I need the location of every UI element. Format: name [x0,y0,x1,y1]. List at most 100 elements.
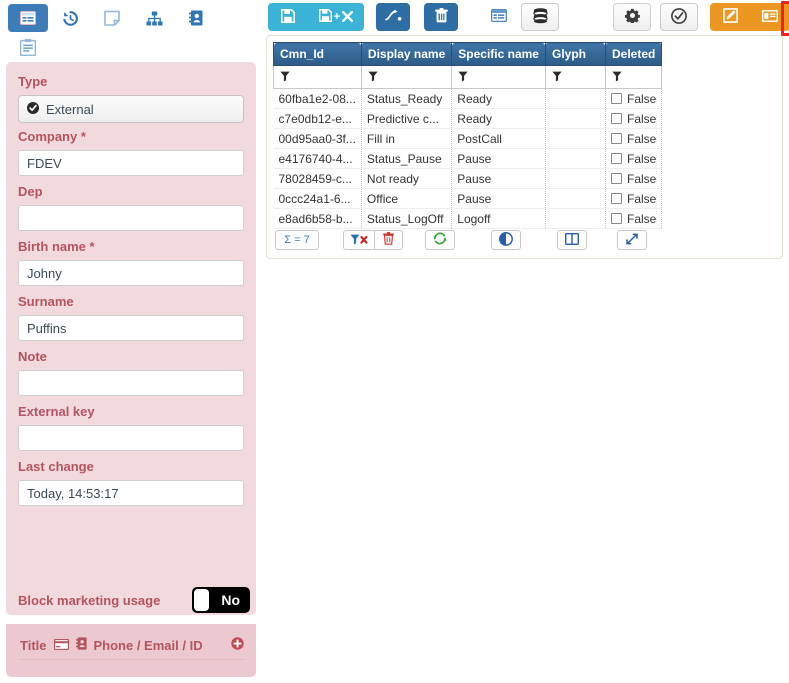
deleted-checkbox[interactable] [610,92,622,104]
expand-arrows-icon [625,232,639,249]
database-button[interactable] [521,3,559,31]
columns-button[interactable] [557,230,587,250]
sidebar-item-hierarchy[interactable] [134,4,174,32]
settings-button[interactable] [613,3,651,31]
block-marketing-toggle[interactable]: No [192,587,250,613]
filter-icon [458,70,468,85]
deleted-value: False [626,151,657,166]
external-key-input[interactable] [18,425,244,451]
cell-glyph [545,128,606,149]
filter-cell-display-name[interactable] [360,65,453,89]
field-external-key: External key [18,404,244,451]
cell-specific-name: Pause [451,188,546,209]
history-icon [62,10,79,27]
grid-body: 60fba1e2-08... Status_Ready Ready False … [273,88,663,229]
dep-input[interactable] [18,205,244,231]
surname-input[interactable]: Puffins [18,315,244,341]
cell-glyph [545,88,606,109]
filter-cell-cmn-id[interactable] [273,65,362,89]
table-row[interactable]: 78028459-c... Not ready Pause False [273,168,663,189]
deleted-checkbox[interactable] [610,152,622,164]
sidebar-item-form[interactable] [8,33,48,61]
field-label-external-key: External key [18,404,95,419]
trash-icon [383,232,394,248]
toggle-value: No [221,592,240,608]
field-type: Type External [18,74,244,123]
field-surname: Surname Puffins [18,294,244,341]
field-label-last-change: Last change [18,459,94,474]
field-last-change: Last change Today, 14:53:17 [18,459,244,506]
row-count-label: Σ = 7 [284,234,310,246]
cell-specific-name: Ready [451,108,546,129]
address-book-icon [189,10,203,26]
expand-button[interactable] [617,230,647,250]
save-button[interactable] [268,3,308,31]
filter-cell-glyph[interactable] [544,65,606,89]
grid-toggle-button[interactable] [482,3,516,31]
sidebar-item-note[interactable] [92,4,132,32]
deleted-checkbox[interactable] [610,112,622,124]
field-company: Company * FDEV [18,129,244,176]
id-card-icon [761,9,779,25]
status-grid-panel: Cmn_Id Display name Specific name Glyph … [266,35,783,259]
deleted-value: False [626,211,657,226]
cell-glyph [545,148,606,169]
field-label-surname: Surname [18,294,74,309]
approve-button[interactable] [660,3,698,31]
contact-form-panel: Type External Company * FDEV Dep Birth n… [6,62,256,677]
clear-filter-button[interactable] [343,230,375,250]
column-header-deleted[interactable]: Deleted [604,42,663,66]
deleted-checkbox[interactable] [610,192,622,204]
cell-cmn-id: 60fba1e2-08... [273,88,362,109]
field-label-note: Note [18,349,47,364]
grid-filter-row [273,65,663,89]
save-and-close-button[interactable]: + [308,3,364,31]
company-input[interactable]: FDEV [18,150,244,176]
type-select[interactable]: External [18,95,244,123]
deleted-checkbox[interactable] [610,132,622,144]
cell-deleted: False [605,148,663,169]
cell-display-name: Status_Pause [361,148,453,169]
merge-button[interactable] [376,3,410,31]
column-header-specific-name[interactable]: Specific name [451,42,546,66]
deleted-checkbox[interactable] [610,172,622,184]
table-row[interactable]: 00d95aa0-3f... Fill in PostCall False [273,128,663,149]
cell-specific-name: Ready [451,88,546,109]
card-icon [53,638,69,653]
sidebar-item-grid-view[interactable] [8,4,48,32]
columns-icon [564,232,580,248]
cell-cmn-id: 78028459-c... [273,168,362,189]
sidebar-item-history[interactable] [50,4,90,32]
refresh-button[interactable] [425,230,455,250]
filter-cell-deleted[interactable] [604,65,663,89]
edit-pencil-icon [722,8,738,26]
sidebar-item-address-book[interactable] [176,4,216,32]
table-row[interactable]: 0ccc24a1-6... Office Pause False [273,188,663,209]
contrast-button[interactable] [491,230,521,250]
cell-specific-name: PostCall [451,128,546,149]
last-change-input[interactable]: Today, 14:53:17 [18,480,244,506]
add-contact-button[interactable] [231,637,244,653]
cell-deleted: False [605,168,663,189]
contrast-icon [499,231,513,249]
edit-button[interactable] [710,3,750,31]
delete-button[interactable] [424,3,458,31]
note-input[interactable] [18,370,244,396]
filter-cell-specific-name[interactable] [451,65,546,89]
contacts-header-row: Title Phone / Email / ID [20,634,244,660]
note-icon [104,10,120,26]
deleted-checkbox[interactable] [610,212,622,224]
cell-glyph [545,188,606,209]
column-header-glyph[interactable]: Glyph [544,42,606,66]
delete-row-button[interactable] [375,230,403,250]
column-header-cmn-id[interactable]: Cmn_Id [273,42,362,66]
row-count-button[interactable]: Σ = 7 [275,230,319,250]
contacts-columns-label: Phone / Email / ID [93,637,203,653]
filter-icon [612,70,622,85]
grid-header-row: Cmn_Id Display name Specific name Glyph … [273,42,663,66]
table-row[interactable]: c7e0db12-e... Predictive c... Ready Fals… [273,108,663,129]
table-row[interactable]: 60fba1e2-08... Status_Ready Ready False [273,88,663,109]
birth-name-input[interactable]: Johny [18,260,244,286]
table-row[interactable]: e4176740-4... Status_Pause Pause False [273,148,663,169]
column-header-display-name[interactable]: Display name [360,42,453,66]
